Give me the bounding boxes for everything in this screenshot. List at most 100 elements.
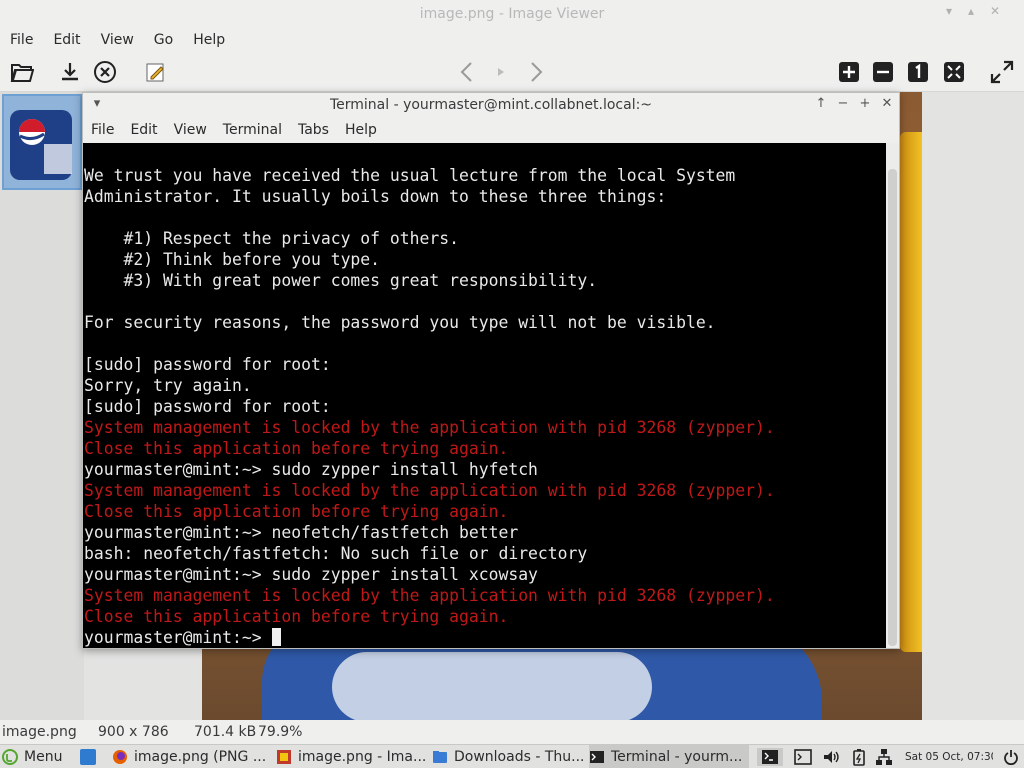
image-detail-can (900, 132, 922, 652)
terminal-icon (590, 750, 604, 763)
scrollbar-thumb[interactable] (888, 169, 897, 646)
terminal-output[interactable]: We trust you have received the usual lec… (83, 143, 886, 648)
task-file-manager[interactable]: Downloads - Thu... (432, 745, 586, 768)
thumbnail-selected[interactable] (2, 94, 82, 190)
shade-icon[interactable]: ↑ (813, 96, 829, 112)
menu-file[interactable]: File (0, 32, 43, 48)
status-filesize: 701.4 kB (194, 724, 257, 740)
terminal-menu-terminal[interactable]: Terminal (215, 122, 290, 138)
fullscreen-icon[interactable] (988, 58, 1016, 86)
show-desktop-button[interactable] (80, 745, 102, 768)
menu-edit[interactable]: Edit (43, 32, 90, 48)
menu-help[interactable]: Help (183, 32, 235, 48)
close-icon[interactable]: ✕ (986, 4, 1004, 18)
terminal-tray-icon[interactable] (794, 748, 812, 766)
terminal-line: #3) With great power comes great respons… (84, 271, 598, 290)
volume-icon[interactable] (822, 748, 840, 766)
image-viewer-statusbar: image.png 900 x 786 701.4 kB 79.9% (0, 720, 1024, 744)
taskbar: Menu image.png (PNG ... image.png - Ima.… (0, 744, 1024, 768)
terminal-error-line: Close this application before trying aga… (84, 502, 509, 521)
terminal-line: yourmaster@mint:~> neofetch/fastfetch be… (84, 523, 519, 542)
terminal-title: Terminal - yourmaster@mint.collabnet.loc… (329, 97, 653, 113)
terminal-error-line: System management is locked by the appli… (84, 481, 775, 500)
save-icon[interactable] (56, 58, 84, 86)
power-icon[interactable] (1002, 748, 1020, 766)
terminal-menubar: File Edit View Terminal Tabs Help (83, 117, 899, 143)
terminal-menu-edit[interactable]: Edit (122, 122, 165, 138)
terminal-menu-tabs[interactable]: Tabs (290, 122, 337, 138)
close-image-icon[interactable] (91, 58, 119, 86)
window-menu-icon[interactable]: ▾ (89, 96, 105, 112)
task-label: image.png (PNG ... (134, 748, 267, 765)
task-label: Terminal - yourm... (611, 748, 743, 765)
terminal-menu-file[interactable]: File (83, 122, 122, 138)
terminal-line: #1) Respect the privacy of others. (84, 229, 459, 248)
terminal-launcher-icon[interactable] (757, 748, 783, 766)
terminal-line: bash: neofetch/fastfetch: No such file o… (84, 544, 588, 563)
terminal-line: [sudo] password for root: (84, 355, 331, 374)
terminal-lines: We trust you have received the usual lec… (84, 165, 775, 648)
next-image-icon[interactable] (522, 58, 550, 86)
task-terminal[interactable]: Terminal - yourm... (589, 745, 749, 768)
terminal-window: ▾ Terminal - yourmaster@mint.collabnet.l… (82, 92, 900, 649)
close-icon[interactable]: ✕ (879, 96, 895, 112)
status-filename: image.png (2, 724, 77, 740)
terminal-line: We trust you have received the usual lec… (84, 166, 736, 185)
status-dimensions: 900 x 786 (98, 724, 169, 740)
maximize-icon[interactable]: + (857, 96, 873, 112)
menu-view[interactable]: View (91, 32, 144, 48)
thumbnail-strip (0, 92, 84, 720)
terminal-scrollbar[interactable] (886, 143, 899, 648)
zoom-100-icon[interactable] (904, 58, 932, 86)
task-label: image.png - Ima... (298, 748, 427, 765)
maximize-icon[interactable]: ▴ (962, 4, 980, 18)
image-detail-bag-highlight (332, 652, 652, 720)
previous-image-icon[interactable] (453, 58, 481, 86)
window-title: image.png - Image Viewer (419, 6, 605, 22)
minimize-icon[interactable]: − (835, 96, 851, 112)
image-viewer-titlebar: image.png - Image Viewer ▾ ▴ ✕ (0, 0, 1024, 28)
play-slideshow-icon[interactable] (487, 58, 515, 86)
image-viewer-menubar: File Edit View Go Help (0, 28, 1024, 52)
mint-logo-icon (2, 748, 18, 765)
menu-go[interactable]: Go (144, 32, 183, 48)
terminal-line: yourmaster@mint:~> sudo zypper install x… (84, 565, 538, 584)
terminal-line: #2) Think before you type. (84, 250, 381, 269)
task-image-viewer[interactable]: image.png - Ima... (276, 745, 428, 768)
image-viewer-icon (277, 749, 291, 764)
terminal-line: [sudo] password for root: (84, 397, 331, 416)
terminal-titlebar[interactable]: ▾ Terminal - yourmaster@mint.collabnet.l… (83, 93, 899, 117)
terminal-prompt: yourmaster@mint:~> (84, 628, 272, 647)
image-viewer-toolbar (0, 52, 1024, 92)
zoom-fit-icon[interactable] (940, 58, 968, 86)
terminal-cursor (271, 628, 281, 646)
terminal-menu-help[interactable]: Help (337, 122, 385, 138)
terminal-error-line: Close this application before trying aga… (84, 439, 509, 458)
start-menu-button[interactable]: Menu (2, 745, 74, 768)
network-icon[interactable] (875, 748, 893, 766)
folder-icon (433, 750, 447, 763)
edit-icon[interactable] (142, 58, 170, 86)
clock[interactable]: Sat 05 Oct, 07:30 (905, 745, 993, 768)
task-firefox[interactable]: image.png (PNG ... (112, 745, 272, 768)
status-zoom: 79.9% (258, 724, 303, 740)
minimize-icon[interactable]: ▾ (940, 4, 958, 18)
terminal-line: yourmaster@mint:~> sudo zypper install h… (84, 460, 538, 479)
terminal-menu-view[interactable]: View (166, 122, 215, 138)
battery-icon[interactable] (850, 748, 868, 766)
task-label: Downloads - Thu... (454, 748, 585, 765)
firefox-icon (113, 749, 127, 764)
open-folder-icon[interactable] (8, 58, 36, 86)
terminal-line: For security reasons, the password you t… (84, 313, 716, 332)
terminal-error-line: Close this application before trying aga… (84, 607, 509, 626)
terminal-error-line: System management is locked by the appli… (84, 418, 775, 437)
terminal-line: Administrator. It usually boils down to … (84, 187, 667, 206)
start-menu-label: Menu (24, 748, 63, 765)
terminal-prompt-line[interactable]: yourmaster@mint:~> (84, 627, 775, 648)
zoom-out-icon[interactable] (869, 58, 897, 86)
zoom-in-icon[interactable] (835, 58, 863, 86)
terminal-error-line: System management is locked by the appli… (84, 586, 775, 605)
